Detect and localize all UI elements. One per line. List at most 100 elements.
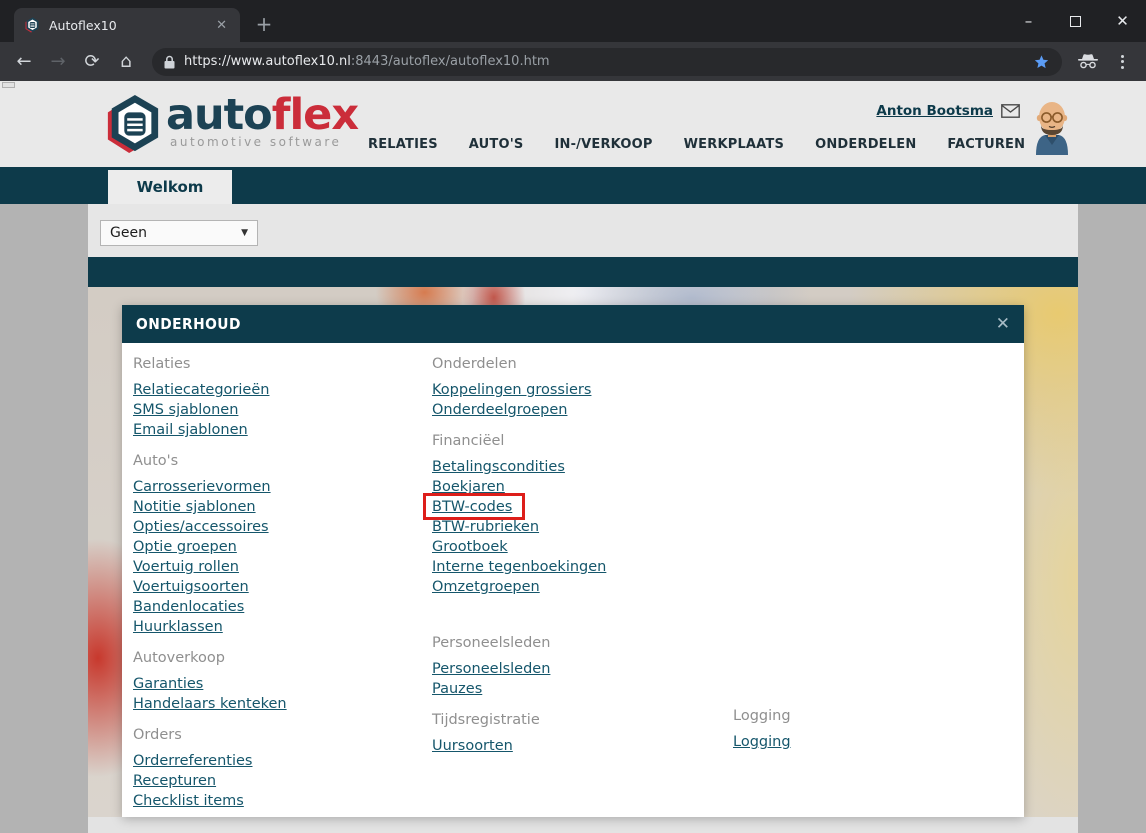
user-avatar[interactable] bbox=[1028, 99, 1076, 155]
link-logging[interactable]: Logging bbox=[733, 732, 791, 752]
link-onderdeelgroepen[interactable]: Onderdeelgroepen bbox=[432, 400, 567, 420]
link-omzetgroepen[interactable]: Omzetgroepen bbox=[432, 577, 540, 597]
browser-menu-button[interactable] bbox=[1108, 48, 1136, 76]
link-garanties[interactable]: Garanties bbox=[133, 674, 203, 694]
link-orderreferenties[interactable]: Orderreferenties bbox=[133, 751, 252, 771]
section-header: Autoverkoop bbox=[133, 649, 425, 667]
link-betalingscondities[interactable]: Betalingscondities bbox=[432, 457, 565, 477]
modal-title: ONDERHOUD bbox=[136, 315, 241, 333]
browser-chrome: Autoflex10 ✕ + – ✕ ← → ⟳ ⌂ https://www.a… bbox=[0, 0, 1146, 81]
maximize-icon bbox=[1070, 16, 1081, 27]
section-header: Relaties bbox=[133, 355, 425, 373]
section-header: Personeelsleden bbox=[432, 634, 724, 652]
envelope-icon[interactable] bbox=[1001, 104, 1020, 118]
filter-toolbar: Geen ▼ bbox=[88, 204, 1078, 257]
link-checklist-items[interactable]: Checklist items bbox=[133, 791, 244, 811]
nav-relaties[interactable]: RELATIES bbox=[368, 137, 438, 152]
filter-dropdown[interactable]: Geen ▼ bbox=[100, 220, 258, 246]
tab-welkom-label: Welkom bbox=[137, 178, 204, 196]
bookmark-star-icon[interactable] bbox=[1033, 54, 1050, 70]
link-uursoorten[interactable]: Uursoorten bbox=[432, 736, 513, 756]
highlight-box bbox=[423, 493, 525, 520]
section-header: Onderdelen bbox=[432, 355, 724, 373]
section-header: Financiëel bbox=[432, 432, 724, 450]
user-line: Anton Bootsma bbox=[876, 103, 1020, 119]
tab-title: Autoflex10 bbox=[49, 18, 204, 33]
logo-word-flex: flex bbox=[272, 90, 358, 140]
home-button[interactable]: ⌂ bbox=[112, 48, 140, 76]
link-sms-sjablonen[interactable]: SMS sjablonen bbox=[133, 400, 238, 420]
section-orders: Orders Orderreferenties Recepturen Check… bbox=[133, 726, 425, 811]
section-header: Tijdsregistratie bbox=[432, 711, 724, 729]
section-financieel: Financiëel Betalingscondities Boekjaren … bbox=[432, 432, 724, 597]
reload-button[interactable]: ⟳ bbox=[78, 48, 106, 76]
nav-autos[interactable]: AUTO'S bbox=[469, 137, 524, 152]
section-tijdsregistratie: Tijdsregistratie Uursoorten bbox=[432, 711, 724, 756]
link-grootboek[interactable]: Grootboek bbox=[432, 537, 508, 557]
three-dots-icon bbox=[1110, 55, 1134, 69]
app-tab-bar: Welkom bbox=[0, 167, 1146, 204]
section-personeelsleden: Personeelsleden Personeelsleden Pauzes bbox=[432, 634, 724, 699]
back-button[interactable]: ← bbox=[10, 48, 38, 76]
section-header: Logging bbox=[733, 707, 1013, 725]
logo-text: autoflex automotive software bbox=[166, 93, 358, 149]
minimize-button[interactable]: – bbox=[1005, 0, 1052, 42]
link-email-sjablonen[interactable]: Email sjablonen bbox=[133, 420, 248, 440]
nav-facturen[interactable]: FACTUREN bbox=[947, 137, 1025, 152]
modal-close-icon[interactable]: ✕ bbox=[996, 314, 1010, 334]
link-handelaars-kenteken[interactable]: Handelaars kenteken bbox=[133, 694, 287, 714]
tab-close-icon[interactable]: ✕ bbox=[213, 18, 230, 33]
main-navigation: RELATIES AUTO'S IN-/VERKOOP WERKPLAATS O… bbox=[368, 137, 1025, 152]
stray-scroll-fragment bbox=[2, 82, 15, 88]
section-relaties: Relaties Relatiecategorieën SMS sjablone… bbox=[133, 355, 425, 440]
browser-tab[interactable]: Autoflex10 ✕ bbox=[14, 8, 240, 42]
nav-onderdelen[interactable]: ONDERDELEN bbox=[815, 137, 916, 152]
modal-column-2: Onderdelen Koppelingen grossiers Onderde… bbox=[432, 343, 724, 756]
window-controls: – ✕ bbox=[1005, 0, 1146, 42]
url-bar[interactable]: https://www.autoflex10.nl:8443/autoflex/… bbox=[152, 48, 1062, 76]
link-recepturen[interactable]: Recepturen bbox=[133, 771, 216, 791]
link-koppelingen-grossiers[interactable]: Koppelingen grossiers bbox=[432, 380, 591, 400]
close-button[interactable]: ✕ bbox=[1099, 0, 1146, 42]
section-header: Auto's bbox=[133, 452, 425, 470]
url-text: https://www.autoflex10.nl:8443/autoflex/… bbox=[184, 54, 550, 69]
chevron-down-icon: ▼ bbox=[241, 228, 248, 238]
browser-toolbar: ← → ⟳ ⌂ https://www.autoflex10.nl:8443/a… bbox=[0, 42, 1146, 81]
link-carrosserievormen[interactable]: Carrosserievormen bbox=[133, 477, 271, 497]
page-lower: Geen ▼ ONDERHOUD ✕ Relaties Relatiecateg… bbox=[0, 204, 1146, 833]
link-btw-codes[interactable]: BTW-codes bbox=[432, 497, 512, 517]
forward-button[interactable]: → bbox=[44, 48, 72, 76]
lock-icon bbox=[164, 55, 175, 69]
nav-in-verkoop[interactable]: IN-/VERKOOP bbox=[554, 137, 652, 152]
section-autos: Auto's Carrosserievormen Notitie sjablon… bbox=[133, 452, 425, 637]
maximize-button[interactable] bbox=[1052, 0, 1099, 42]
modal-column-3: Logging Logging bbox=[733, 343, 1013, 752]
link-pauzes[interactable]: Pauzes bbox=[432, 679, 482, 699]
teal-band bbox=[88, 257, 1078, 287]
nav-werkplaats[interactable]: WERKPLAATS bbox=[684, 137, 784, 152]
modal-column-1: Relaties Relatiecategorieën SMS sjablone… bbox=[133, 343, 425, 811]
link-bandenlocaties[interactable]: Bandenlocaties bbox=[133, 597, 244, 617]
background-photo: ONDERHOUD ✕ Relaties Relatiecategorieën … bbox=[88, 287, 1078, 817]
onderhoud-modal: ONDERHOUD ✕ Relaties Relatiecategorieën … bbox=[122, 305, 1024, 817]
autoflex-logo[interactable]: autoflex automotive software bbox=[104, 93, 358, 155]
favicon-autoflex-icon bbox=[24, 17, 40, 33]
tab-welkom[interactable]: Welkom bbox=[108, 170, 232, 204]
page-content: Geen ▼ ONDERHOUD ✕ Relaties Relatiecateg… bbox=[88, 204, 1078, 833]
link-notitie-sjablonen[interactable]: Notitie sjablonen bbox=[133, 497, 256, 517]
link-voertuig-rollen[interactable]: Voertuig rollen bbox=[133, 557, 239, 577]
section-autoverkoop: Autoverkoop Garanties Handelaars kenteke… bbox=[133, 649, 425, 714]
user-name-link[interactable]: Anton Bootsma bbox=[876, 103, 993, 119]
autoflex-hexagon-icon bbox=[104, 93, 162, 155]
link-huurklassen[interactable]: Huurklassen bbox=[133, 617, 223, 637]
link-interne-tegenboekingen[interactable]: Interne tegenboekingen bbox=[432, 557, 606, 577]
link-opties-accessoires[interactable]: Opties/accessoires bbox=[133, 517, 269, 537]
new-tab-button[interactable]: + bbox=[252, 12, 276, 36]
link-boekjaren[interactable]: Boekjaren bbox=[432, 477, 505, 497]
link-personeelsleden[interactable]: Personeelsleden bbox=[432, 659, 550, 679]
link-btw-rubrieken[interactable]: BTW-rubrieken bbox=[432, 517, 539, 537]
link-optie-groepen[interactable]: Optie groepen bbox=[133, 537, 237, 557]
link-voertuigsoorten[interactable]: Voertuigsoorten bbox=[133, 577, 249, 597]
section-header: Orders bbox=[133, 726, 425, 744]
link-relatiecategorieen[interactable]: Relatiecategorieën bbox=[133, 380, 269, 400]
